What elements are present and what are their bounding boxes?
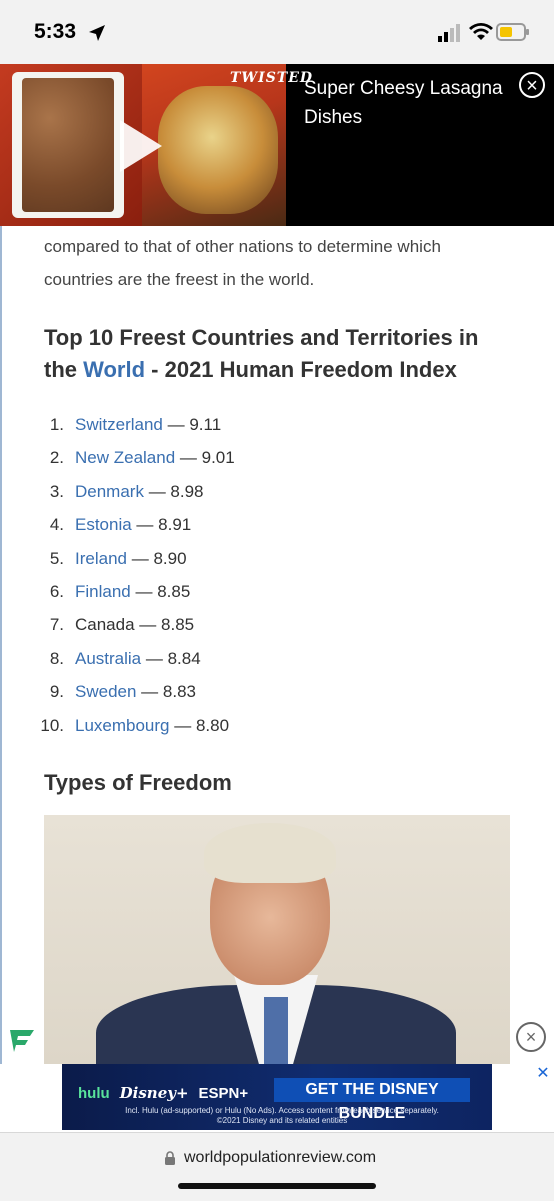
rankings-list: 1. Switzerland — 9.11 2. New Zealand — 9.0… bbox=[0, 408, 554, 742]
separator: — bbox=[175, 448, 202, 468]
banner-fine-print: Incl. Hulu (ad-supported) or Hulu (No Ad… bbox=[102, 1106, 462, 1126]
lock-icon bbox=[165, 1151, 175, 1165]
photo-tie bbox=[264, 997, 288, 1065]
separator: — bbox=[131, 515, 159, 535]
rank-number: 8. bbox=[49, 648, 64, 668]
intro-paragraph: compared to that of other nations to det… bbox=[44, 237, 441, 289]
rank-number: 4. bbox=[49, 515, 64, 535]
close-icon[interactable]: × bbox=[516, 1022, 546, 1052]
play-icon[interactable] bbox=[120, 120, 162, 172]
status-bar: 5:33 bbox=[0, 0, 554, 64]
country-link[interactable]: Estonia bbox=[75, 515, 132, 534]
article-photo bbox=[44, 815, 510, 1065]
ad-title[interactable]: Super Cheesy Lasagna Dishes bbox=[304, 74, 504, 132]
score: 9.01 bbox=[201, 448, 235, 468]
espn-logo: ESPN+ bbox=[198, 1085, 249, 1102]
close-icon[interactable]: × bbox=[519, 72, 545, 98]
photo-hair bbox=[204, 823, 336, 883]
banner-ad[interactable]: hulu Disney+ ESPN+ GET THE DISNEY BUNDLE I… bbox=[62, 1064, 554, 1130]
app-logo-icon[interactable] bbox=[6, 1024, 38, 1056]
separator: — bbox=[136, 682, 163, 702]
article-content: compared to that of other nations to det… bbox=[0, 226, 554, 1066]
world-link[interactable]: World bbox=[83, 357, 145, 382]
list-item: 1. Switzerland — 9.11 bbox=[0, 408, 554, 441]
list-item: 7. Canada — 8.85 bbox=[0, 608, 554, 641]
rank-number: 5. bbox=[49, 548, 64, 568]
country-name: Canada bbox=[75, 615, 135, 635]
banner-ad-area: hulu Disney+ ESPN+ GET THE DISNEY BUNDLE I… bbox=[0, 1064, 554, 1132]
ad-thumbnail-right: TWISTED bbox=[142, 64, 312, 226]
heading-text-end: - 2021 Human Freedom Index bbox=[145, 357, 457, 382]
list-item: 8. Australia — 8.84 bbox=[0, 642, 554, 675]
food-image bbox=[22, 78, 114, 212]
separator: — bbox=[143, 481, 171, 501]
score: 8.80 bbox=[195, 715, 230, 735]
rank-number: 3. bbox=[49, 481, 64, 501]
list-item: 6. Finland — 8.85 bbox=[0, 575, 554, 608]
country-link[interactable]: Sweden bbox=[75, 682, 136, 701]
hulu-logo: hulu bbox=[78, 1085, 110, 1102]
list-item: 4. Estonia — 8.91 bbox=[0, 508, 554, 541]
fine-print-line: ©2021 Disney and its related entities bbox=[216, 1116, 348, 1125]
separator: — bbox=[130, 581, 158, 601]
list-item: 5. Ireland — 8.90 bbox=[0, 542, 554, 575]
country-link[interactable]: Finland bbox=[75, 582, 131, 601]
url-text[interactable]: worldpopulationreview.com bbox=[184, 1149, 376, 1167]
country-link[interactable]: New Zealand bbox=[75, 448, 175, 467]
rank-number: 10. bbox=[40, 715, 64, 735]
disney-logo: Disney+ bbox=[119, 1084, 189, 1102]
score: 8.85 bbox=[157, 581, 191, 601]
country-link[interactable]: Australia bbox=[75, 649, 141, 668]
wifi-icon bbox=[469, 23, 493, 40]
score: 9.11 bbox=[189, 415, 222, 434]
separator: — bbox=[162, 415, 190, 434]
score: 8.90 bbox=[153, 548, 187, 568]
separator: — bbox=[169, 715, 196, 735]
score: 8.83 bbox=[162, 682, 196, 702]
country-link[interactable]: Denmark bbox=[75, 482, 144, 501]
separator: — bbox=[141, 648, 168, 668]
list-item: 3. Denmark — 8.98 bbox=[0, 475, 554, 508]
home-indicator[interactable] bbox=[178, 1183, 376, 1189]
subheading: Types of Freedom bbox=[44, 770, 232, 795]
rank-number: 2. bbox=[49, 448, 64, 468]
rank-number: 1. bbox=[49, 415, 64, 434]
twisted-logo: TWISTED bbox=[230, 70, 314, 86]
status-time: 5:33 bbox=[34, 20, 77, 43]
rank-number: 9. bbox=[49, 682, 64, 702]
score: 8.91 bbox=[158, 515, 192, 535]
separator: — bbox=[126, 548, 154, 568]
url-bar[interactable]: worldpopulationreview.com bbox=[0, 1132, 554, 1201]
cellular-signal-icon bbox=[438, 24, 460, 42]
battery-icon bbox=[496, 23, 529, 41]
banner-brands: hulu Disney+ ESPN+ bbox=[78, 1084, 248, 1102]
list-item: 2. New Zealand — 9.01 bbox=[0, 441, 554, 474]
rank-number: 7. bbox=[49, 615, 64, 635]
score: 8.85 bbox=[161, 615, 195, 635]
fine-print-line: Incl. Hulu (ad-supported) or Hulu (No Ad… bbox=[125, 1106, 439, 1115]
lasagna-image bbox=[158, 86, 278, 214]
country-link[interactable]: Luxembourg bbox=[75, 716, 170, 735]
bundle-cta[interactable]: GET THE DISNEY BUNDLE bbox=[274, 1078, 470, 1122]
location-arrow-icon bbox=[89, 25, 105, 41]
rank-number: 6. bbox=[49, 581, 64, 601]
section-heading: Top 10 Freest Countries and Territories … bbox=[44, 322, 514, 386]
country-link[interactable]: Switzerland bbox=[75, 415, 163, 434]
score: 8.98 bbox=[170, 481, 204, 501]
list-item: 10. Luxembourg — 8.80 bbox=[0, 709, 554, 742]
country-link[interactable]: Ireland bbox=[75, 549, 127, 568]
separator: — bbox=[134, 615, 162, 635]
close-icon[interactable]: ✕ bbox=[532, 1064, 554, 1084]
score: 8.84 bbox=[167, 648, 201, 668]
list-item: 9. Sweden — 8.83 bbox=[0, 675, 554, 708]
video-ad[interactable]: TWISTED Super Cheesy Lasagna Dishes × bbox=[0, 64, 554, 226]
